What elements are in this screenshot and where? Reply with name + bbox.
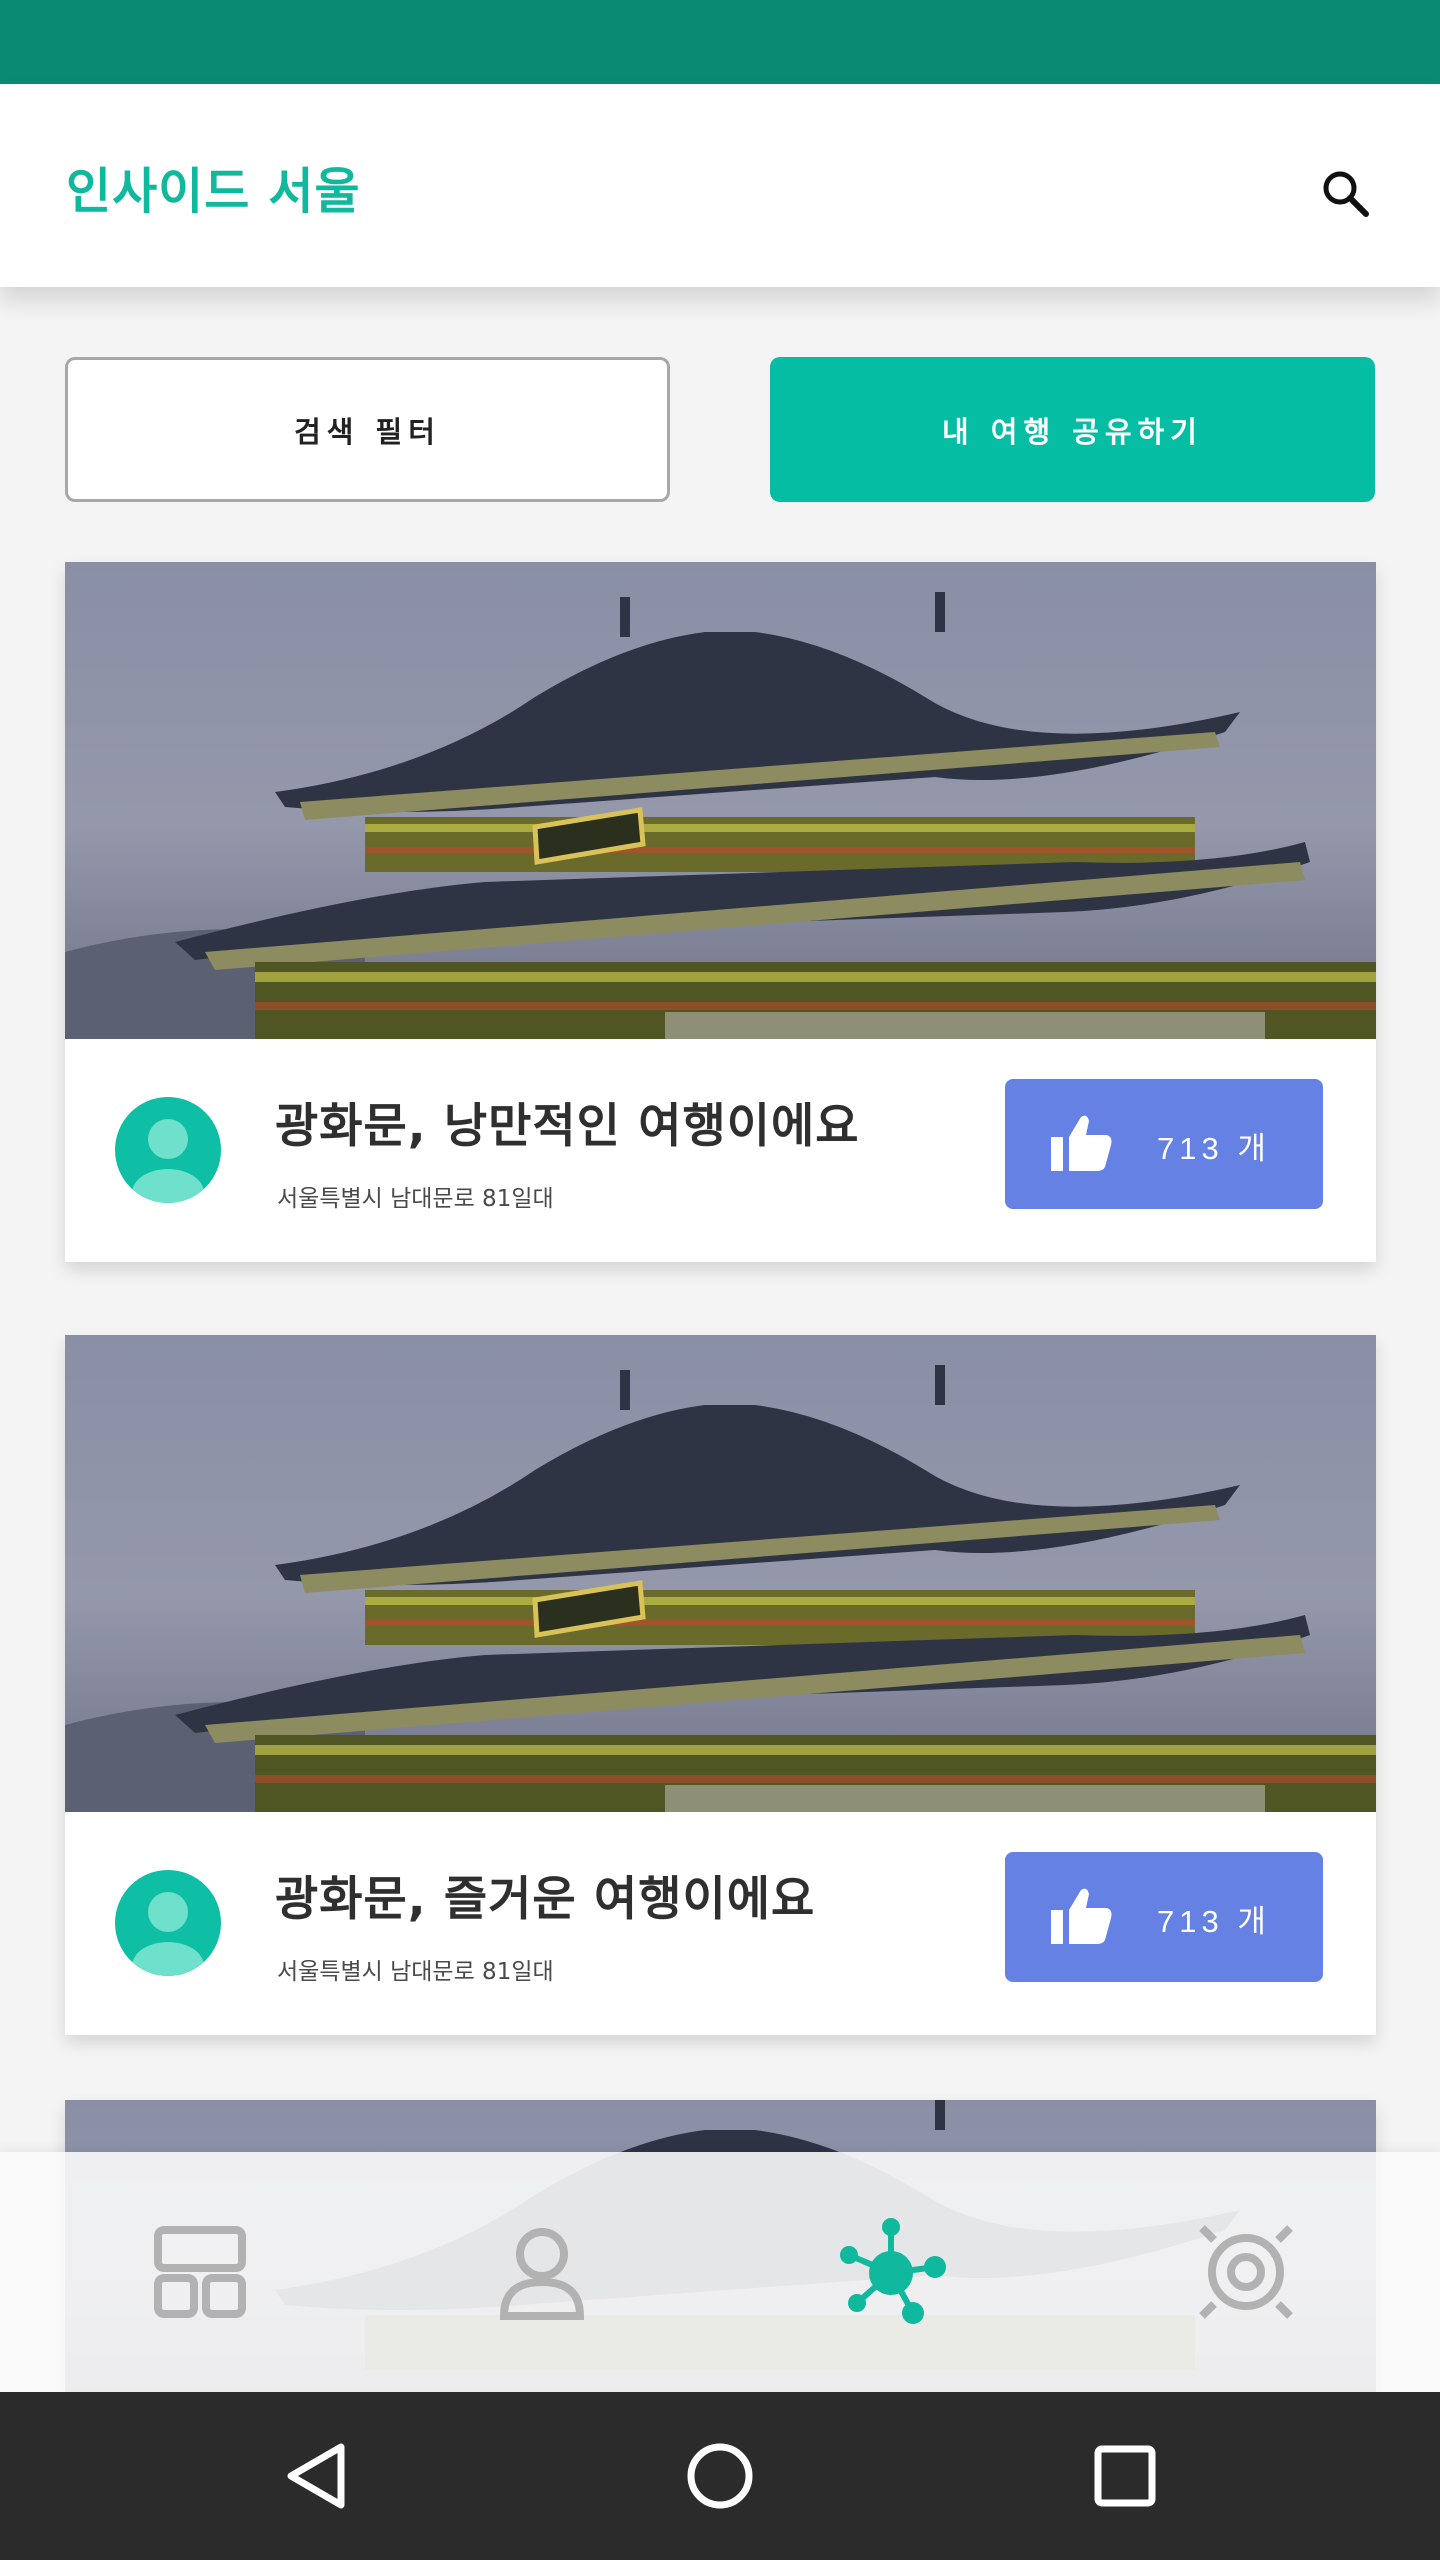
tab-target[interactable]: [1156, 2152, 1336, 2392]
recents-square-icon: [1094, 2445, 1156, 2507]
like-button[interactable]: 713 개: [1005, 1079, 1323, 1209]
post-address: 서울특별시 남대문로 81일대: [277, 1186, 554, 1212]
like-count: 713 개: [1157, 1904, 1271, 1939]
nav-home-button[interactable]: [670, 2426, 770, 2526]
thumbs-up-icon: [1051, 1115, 1112, 1171]
like-count: 713 개: [1157, 1131, 1271, 1166]
post-image: [65, 562, 1376, 1039]
post-footer: 광화문, 낭만적인 여행이에요 서울특별시 남대문로 81일대 713 개: [65, 1039, 1376, 1262]
status-bar: [0, 0, 1440, 84]
target-icon: [1199, 2225, 1293, 2319]
tab-dashboard[interactable]: [110, 2152, 290, 2392]
network-icon: [840, 2218, 946, 2324]
system-nav-bar: [0, 2392, 1440, 2560]
back-triangle-icon: [287, 2443, 345, 2509]
post-card[interactable]: 광화문, 즐거운 여행이에요 서울특별시 남대문로 81일대 713 개: [65, 1335, 1376, 2035]
avatar: [115, 1870, 221, 1976]
search-icon: [1323, 171, 1369, 217]
post-address: 서울특별시 남대문로 81일대: [277, 1959, 554, 1985]
post-card[interactable]: 광화문, 낭만적인 여행이에요 서울특별시 남대문로 81일대 713 개: [65, 562, 1376, 1262]
person-icon: [499, 2228, 585, 2320]
search-button[interactable]: [1310, 158, 1382, 230]
app-title: 인사이드 서울: [66, 163, 361, 220]
share-trip-button[interactable]: 내 여행 공유하기: [770, 357, 1375, 502]
thumbs-up-icon: [1051, 1888, 1112, 1944]
post-title: 광화문, 낭만적인 여행이에요: [275, 1099, 860, 1154]
post-footer: 광화문, 즐거운 여행이에요 서울특별시 남대문로 81일대 713 개: [65, 1812, 1376, 2035]
app-bar: 인사이드 서울: [0, 84, 1440, 287]
avatar: [115, 1097, 221, 1203]
nav-recents-button[interactable]: [1075, 2426, 1175, 2526]
user-avatar-icon: [132, 1119, 204, 1203]
nav-back-button[interactable]: [266, 2426, 366, 2526]
home-circle-icon: [687, 2443, 753, 2509]
tab-profile[interactable]: [452, 2152, 632, 2392]
post-title: 광화문, 즐거운 여행이에요: [275, 1872, 816, 1927]
post-image: [65, 1335, 1376, 1812]
like-button[interactable]: 713 개: [1005, 1852, 1323, 1982]
dashboard-icon: [154, 2226, 246, 2318]
search-filter-button[interactable]: 검색 필터: [65, 357, 670, 502]
bottom-tab-bar: [0, 2152, 1440, 2392]
user-avatar-icon: [132, 1892, 204, 1976]
tab-network[interactable]: [802, 2152, 982, 2392]
